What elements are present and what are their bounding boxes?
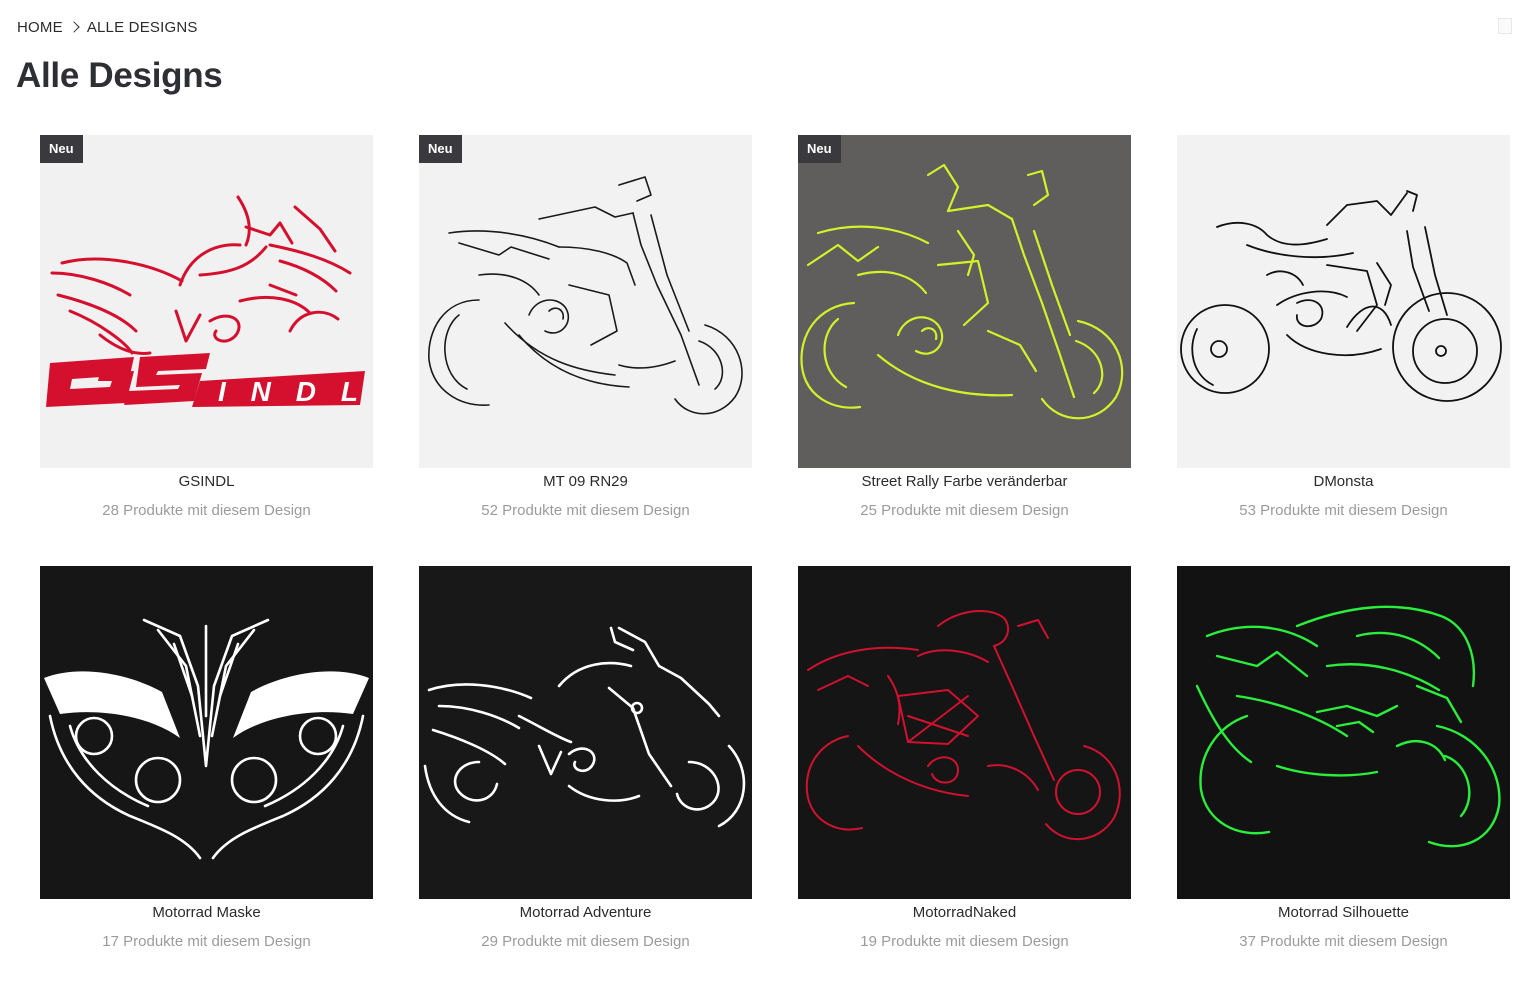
design-name[interactable]: Motorrad Adventure	[399, 904, 772, 921]
design-card-mt09-rn29[interactable]: Neu MT 09 RN29 52 Produkte mit diesem De…	[419, 135, 752, 519]
design-product-count: 53 Produkte mit diesem Design	[1239, 502, 1448, 519]
design-grid: INDL Neu GSINDL 28 Produkte mit diesem D…	[40, 135, 1512, 950]
design-card-gsindl[interactable]: INDL Neu GSINDL 28 Produkte mit diesem D…	[40, 135, 373, 519]
design-image-motorrad-adventure[interactable]	[419, 566, 752, 899]
breadcrumb: HOME ALLE DESIGNS	[17, 17, 198, 37]
design-card-motorrad-maske[interactable]: Motorrad Maske 17 Produkte mit diesem De…	[40, 566, 373, 950]
page-title: Alle Designs	[16, 56, 223, 95]
design-name[interactable]: Motorrad Silhouette	[1157, 904, 1530, 921]
design-name[interactable]: MT 09 RN29	[399, 473, 772, 490]
design-product-count: 19 Produkte mit diesem Design	[860, 933, 1069, 950]
design-card-dmonsta[interactable]: DMonsta 53 Produkte mit diesem Design	[1177, 135, 1510, 519]
design-product-count: 25 Produkte mit diesem Design	[860, 502, 1069, 519]
design-card-motorrad-naked[interactable]: MotorradNaked 19 Produkte mit diesem Des…	[798, 566, 1131, 950]
design-image-motorrad-naked[interactable]	[798, 566, 1131, 899]
design-name[interactable]: MotorradNaked	[778, 904, 1151, 921]
design-image-mt09-rn29[interactable]: Neu	[419, 135, 752, 468]
new-badge: Neu	[419, 135, 462, 163]
design-card-street-rally[interactable]: Neu Street Rally Farbe veränderbar 25 Pr…	[798, 135, 1131, 519]
design-product-count: 37 Produkte mit diesem Design	[1239, 933, 1448, 950]
wishlist-toggle-box[interactable]	[1498, 18, 1512, 34]
design-name[interactable]: Motorrad Maske	[20, 904, 393, 921]
design-image-motorrad-silhouette[interactable]	[1177, 566, 1510, 899]
breadcrumb-current: ALLE DESIGNS	[86, 18, 198, 36]
design-product-count: 28 Produkte mit diesem Design	[102, 502, 311, 519]
design-image-motorrad-maske[interactable]	[40, 566, 373, 899]
design-name[interactable]: Street Rally Farbe veränderbar	[778, 473, 1151, 490]
designs-page: HOME ALLE DESIGNS Alle Designs INDL Neu …	[0, 0, 1534, 990]
chevron-right-icon	[68, 21, 80, 33]
design-name[interactable]: GSINDL	[20, 473, 393, 490]
design-image-street-rally[interactable]: Neu	[798, 135, 1131, 468]
design-card-motorrad-silhouette[interactable]: Motorrad Silhouette 37 Produkte mit dies…	[1177, 566, 1510, 950]
design-image-dmonsta[interactable]	[1177, 135, 1510, 468]
design-product-count: 52 Produkte mit diesem Design	[481, 502, 690, 519]
new-badge: Neu	[40, 135, 83, 163]
new-badge: Neu	[798, 135, 841, 163]
design-name[interactable]: DMonsta	[1157, 473, 1530, 490]
design-card-motorrad-adventure[interactable]: Motorrad Adventure 29 Produkte mit diese…	[419, 566, 752, 950]
breadcrumb-home-link[interactable]: HOME	[17, 19, 63, 36]
design-product-count: 17 Produkte mit diesem Design	[102, 933, 311, 950]
design-product-count: 29 Produkte mit diesem Design	[481, 933, 690, 950]
design-image-gsindl[interactable]: INDL Neu	[40, 135, 373, 468]
